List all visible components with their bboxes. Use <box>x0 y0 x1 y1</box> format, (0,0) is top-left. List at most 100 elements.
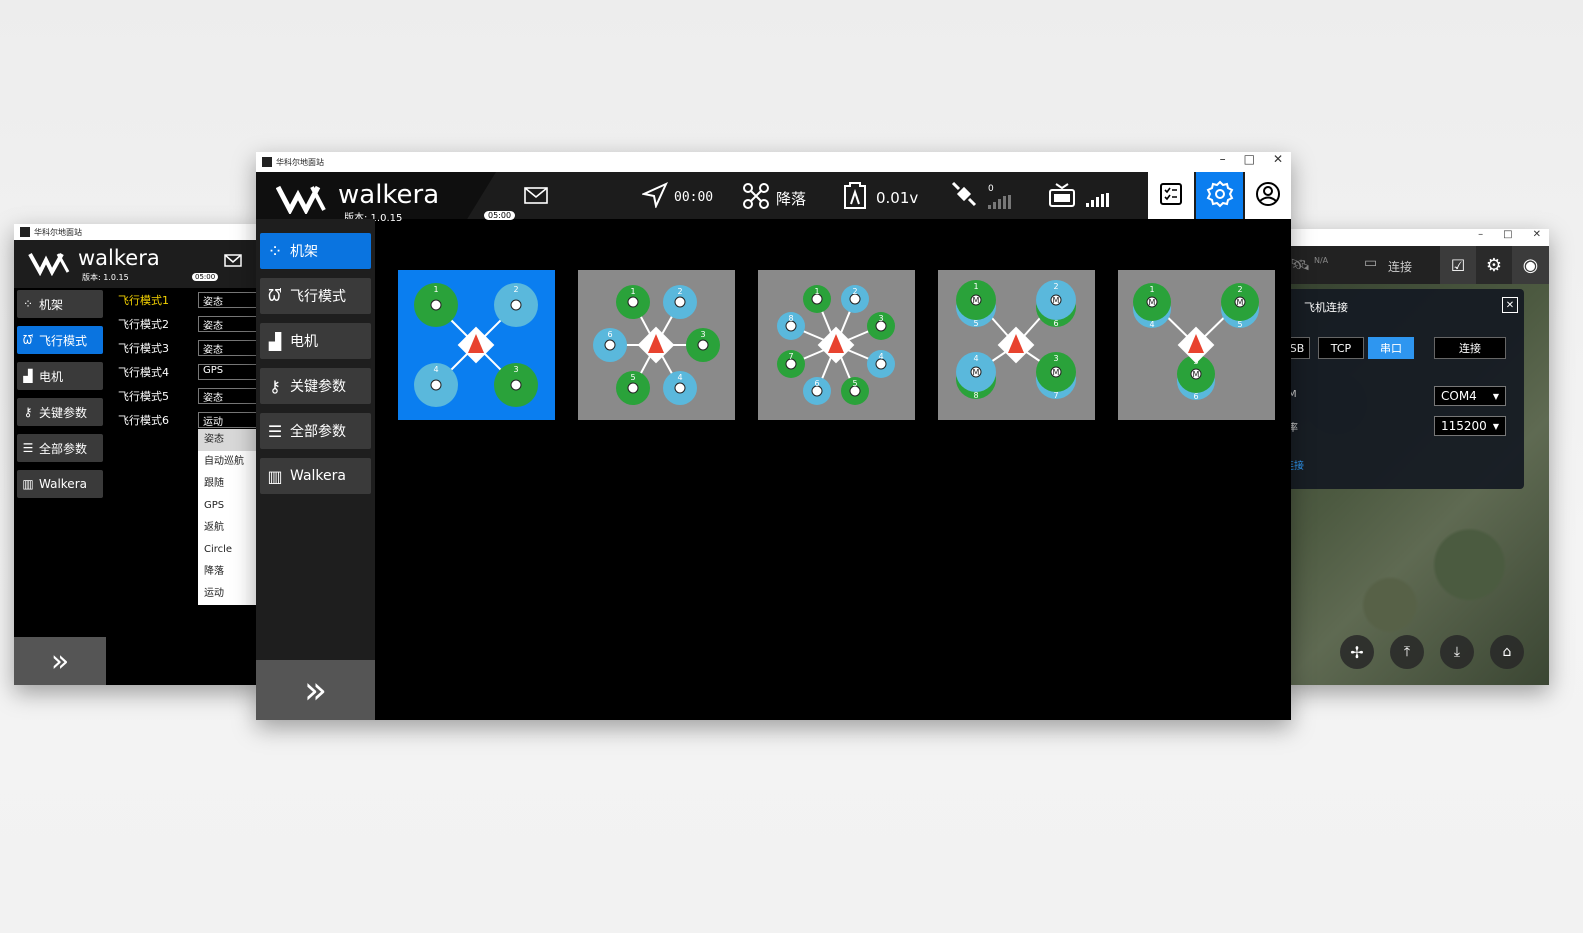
return-home-icon[interactable]: ⌂ <box>1490 635 1524 669</box>
header-bar: walkera 版本: 1.0.15 05:00 <box>14 240 264 288</box>
sidebar-item-frame[interactable]: ⁘ 机架 <box>260 233 371 269</box>
walkera-logo <box>275 182 332 216</box>
rotor-number: 3 <box>513 365 518 374</box>
connect-status: 连接 <box>1388 260 1413 274</box>
close-icon[interactable]: ✕ <box>1502 297 1518 313</box>
rotor-number: 4 <box>973 354 978 363</box>
takeoff-icon[interactable]: ⤒ <box>1390 635 1424 669</box>
land-icon[interactable]: ⤓ <box>1440 635 1474 669</box>
sidebar-item-key-params[interactable]: ⚷ 关键参数 <box>260 368 371 404</box>
settings-button[interactable] <box>1196 172 1243 219</box>
rotor-number: 6 <box>1053 319 1058 328</box>
rotor-number: 6 <box>1193 392 1198 401</box>
dropdown-option[interactable]: 运动 <box>198 583 258 605</box>
wave-icon: ᘺ <box>22 332 34 347</box>
minimize-button[interactable]: – <box>1478 229 1483 240</box>
rotor-number: 1 <box>433 285 438 294</box>
sidebar-item-motor[interactable]: ▟ 电机 <box>260 323 371 359</box>
checklist-button[interactable]: ☑ <box>1440 246 1476 284</box>
flight-mode-select[interactable]: 姿态 <box>198 388 258 404</box>
dropdown-option[interactable]: 返航 <box>198 517 258 539</box>
sidebar-item-flight-mode[interactable]: ᘺ 飞行模式 <box>260 278 371 314</box>
barcode-icon: ▥ <box>267 466 283 486</box>
drone-icon <box>742 182 770 214</box>
sidebar-item-motor[interactable]: ▟ 电机 <box>17 362 103 390</box>
rotor-number: 5 <box>630 373 635 382</box>
rotor-number: 4 <box>878 352 883 361</box>
dropdown-option[interactable]: 跟随 <box>198 473 258 495</box>
close-button[interactable]: ✕ <box>1533 229 1541 240</box>
flight-mode-select[interactable]: GPS <box>198 364 258 380</box>
baud-select[interactable]: 115200 ▼ <box>1434 416 1506 436</box>
message-icon[interactable] <box>524 187 548 208</box>
key-icon: ⚷ <box>23 405 33 419</box>
frame-tile-y6[interactable]: M14M25M36 <box>1118 270 1275 420</box>
expand-sidebar-button[interactable]: » <box>14 637 106 685</box>
title-bar: 华科尔地面站 <box>14 224 264 240</box>
rotor-number: 2 <box>1237 285 1242 294</box>
sidebar-item-frame[interactable]: ⁘ 机架 <box>17 290 103 318</box>
frame-tile-quad-x[interactable]: 1 2 3 4 <box>398 270 555 420</box>
sidebar: ⁘ 机架 ᘺ 飞行模式 ▟ 电机 ⚷ 关键参数 ☰ 全部参数 ▥ Walkera » <box>256 219 375 720</box>
wave-icon: ᘺ <box>268 286 282 305</box>
motor-label: M <box>1149 298 1156 307</box>
frame-tile-octa[interactable]: 1 2 3 4 5 6 7 8 <box>758 270 915 420</box>
tab-serial[interactable]: 串口 <box>1368 337 1414 359</box>
sidebar-item-walkera[interactable]: ▥ Walkera <box>17 470 103 498</box>
rotor-number: 8 <box>973 391 978 400</box>
maximize-button[interactable]: □ <box>1503 229 1512 240</box>
checklist-icon: ☑ <box>1450 255 1466 275</box>
dropdown-option[interactable]: 姿态 <box>198 429 258 451</box>
sidebar-item-key-params[interactable]: ⚷ 关键参数 <box>17 398 103 426</box>
flight-mode-select[interactable]: 运动 <box>198 412 258 428</box>
sidebar-item-all-params[interactable]: ☰ 全部参数 <box>17 434 103 462</box>
rotor-number: 6 <box>814 379 819 388</box>
gear-icon: ⚙ <box>1485 254 1503 276</box>
rotor-number: 2 <box>677 287 682 296</box>
frame-diagram: M14M25M36 <box>1133 283 1259 401</box>
maximize-button[interactable]: □ <box>1244 152 1255 166</box>
frame-dots-icon: ⁘ <box>267 240 283 262</box>
remote-controller-icon <box>1048 182 1076 212</box>
flight-mode-select[interactable]: 姿态 <box>198 316 258 332</box>
frame-diagram: 1 2 3 4 <box>414 283 538 407</box>
dropdown-option[interactable]: Circle <box>198 539 258 561</box>
dropdown-option[interactable]: 降落 <box>198 561 258 583</box>
na-label: N/A <box>1314 256 1329 265</box>
port-select[interactable]: COM4 ▼ <box>1434 386 1506 406</box>
frame-tile-octa-quad[interactable]: M 1 5 M 2 6 M 3 7 M 4 8 <box>938 270 1095 420</box>
expand-sidebar-button[interactable]: » <box>256 660 375 720</box>
rotor-number: 2 <box>513 285 518 294</box>
rotor-number: 2 <box>852 287 857 296</box>
dropdown-option[interactable]: 自动巡航 <box>198 451 258 473</box>
sidebar-item-walkera[interactable]: ▥ Walkera <box>260 458 371 494</box>
sidebar-item-flight-mode[interactable]: ᘺ 飞行模式 <box>17 326 103 354</box>
connect-button[interactable]: 连接 <box>1434 337 1506 359</box>
close-button[interactable]: ✕ <box>1273 152 1283 166</box>
flight-mode-select[interactable]: 姿态 <box>198 292 258 308</box>
radio-icon: ▭ <box>1364 255 1378 271</box>
flight-mode-row: 飞行模式1 <box>118 294 169 307</box>
flight-mode-dropdown: 姿态 自动巡航 跟随 GPS 返航 Circle 降落 运动 <box>198 429 258 605</box>
flight-mode-select[interactable]: 姿态 <box>198 340 258 356</box>
settings-button[interactable]: ⚙ <box>1476 246 1512 284</box>
account-button[interactable]: ◉ <box>1512 246 1549 284</box>
frame-tile-hexa[interactable]: 1 2 3 4 5 6 <box>578 270 735 420</box>
app-icon <box>262 157 272 167</box>
gps-signal-icon <box>988 194 1014 213</box>
flight-time: 00:00 <box>674 190 714 205</box>
propeller-icon[interactable]: ✢ <box>1340 635 1374 669</box>
dropdown-option[interactable]: GPS <box>198 495 258 517</box>
account-button[interactable] <box>1245 172 1291 219</box>
version-label: 版本: 1.0.15 <box>82 273 129 282</box>
title-bar: 华科尔地面站 – □ ✕ <box>256 152 1291 172</box>
flight-mode-row: 飞行模式6 <box>118 414 169 427</box>
sidebar-item-all-params[interactable]: ☰ 全部参数 <box>260 413 371 449</box>
tab-tcp[interactable]: TCP <box>1318 337 1364 359</box>
minimize-button[interactable]: – <box>1220 152 1226 166</box>
checklist-button[interactable] <box>1148 172 1194 219</box>
brand-name: walkera <box>338 180 440 210</box>
voltage-readout: 0.01v <box>876 189 919 207</box>
frame-grid: 1 2 3 4 1 2 3 4 5 6 1 2 3 4 5 6 7 8 M 1 5 M 2 6 M 3 7 M 4 8 M 1 4 M 2 5… <box>375 219 1291 720</box>
message-icon[interactable] <box>224 252 242 271</box>
